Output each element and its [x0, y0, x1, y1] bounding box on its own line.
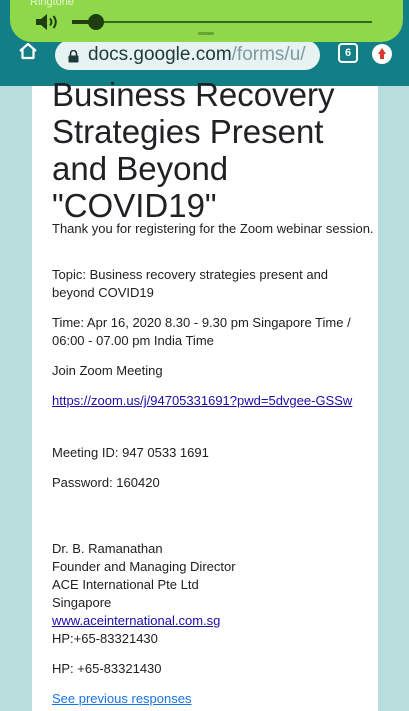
time-text: Time: Apr 16, 2020 8.30 - 9.30 pm Singap…: [52, 315, 351, 348]
see-previous-responses-link[interactable]: See previous responses: [52, 690, 191, 708]
url-host: docs.google.com: [88, 44, 232, 65]
url-path: /forms/u/: [231, 44, 306, 65]
signature-hp-2: HP: +65-83321430: [52, 661, 162, 676]
volume-slider-track[interactable]: [72, 21, 372, 23]
signature-name: Dr. B. Ramanathan: [52, 541, 163, 556]
lock-icon: [68, 49, 79, 63]
ringtone-label: Ringtone: [30, 0, 75, 8]
signature-role: Founder and Managing Director: [52, 559, 236, 574]
signature-website-paragraph: www.aceinternational.com.sg: [52, 612, 374, 630]
speaker-icon[interactable]: [34, 12, 62, 32]
url-text[interactable]: docs.google.com/forms/u/: [88, 43, 306, 67]
meeting-id-text: Meeting ID: 947 0533 1691: [52, 445, 209, 460]
form-title: Business Recovery Strategies Present and…: [52, 76, 335, 224]
signature-hp-1: HP:+65-83321430: [52, 631, 158, 646]
home-icon[interactable]: [18, 41, 38, 61]
join-text: Join Zoom Meeting: [52, 363, 163, 378]
thanks-text: Thank you for registering for the Zoom w…: [52, 221, 374, 236]
overlay-handle[interactable]: [198, 32, 214, 35]
signature-country: Singapore: [52, 595, 112, 610]
zoom-link[interactable]: https://zoom.us/j/94705331691?pwd=5dvgee…: [52, 393, 352, 408]
website-link[interactable]: www.aceinternational.com.sg: [52, 613, 220, 628]
topic-text: Topic: Business recovery strategies pres…: [52, 267, 329, 300]
password-text: Password: 160420: [52, 475, 160, 490]
volume-slider-knob[interactable]: [88, 14, 104, 30]
tab-switcher-button[interactable]: 6: [338, 43, 358, 63]
zoom-link-paragraph: https://zoom.us/j/94705331691?pwd=5dvgee…: [52, 392, 374, 410]
update-menu-icon[interactable]: [372, 44, 392, 64]
signature-company: ACE International Pte Ltd: [52, 577, 199, 592]
